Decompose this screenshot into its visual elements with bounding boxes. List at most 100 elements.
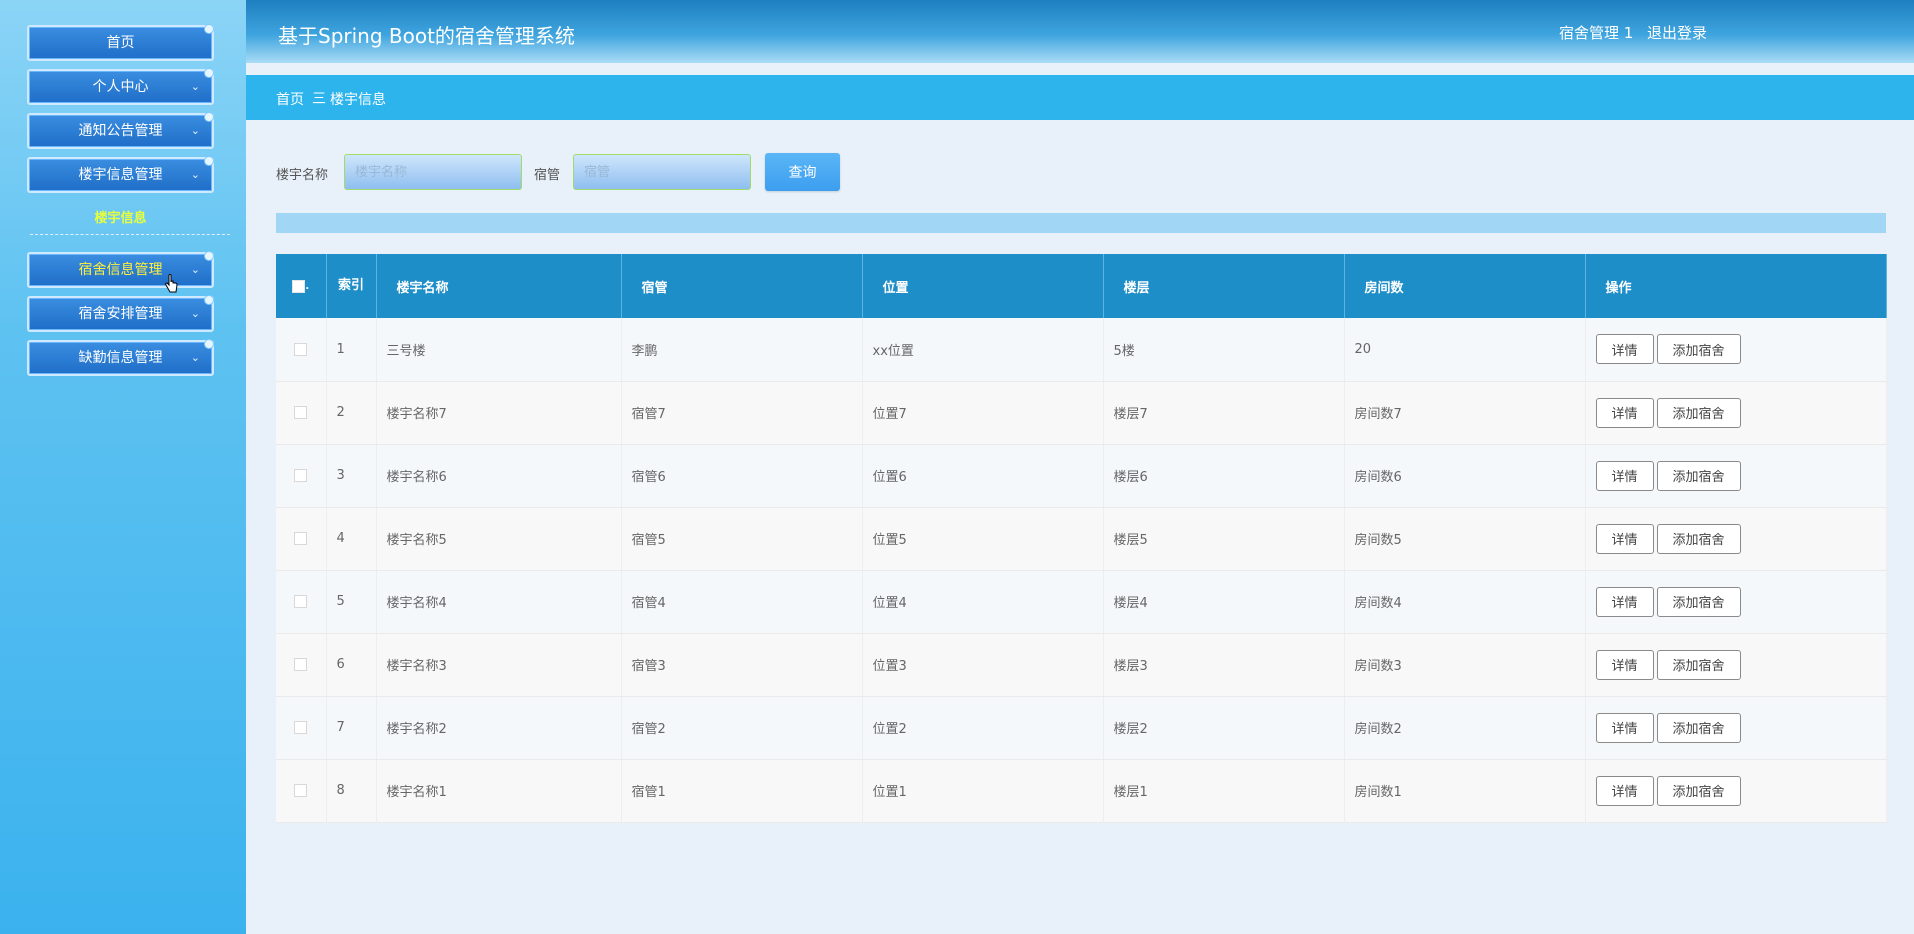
table-row: 2 楼宇名称7 宿管7 位置7 楼层7 房间数7 详情 添加宿舍 — [276, 381, 1887, 445]
row-select-cell[interactable] — [276, 759, 327, 823]
cell-index: 5 — [326, 570, 377, 634]
sidebar-item-profile[interactable]: 个人中心 ⌄ — [27, 68, 214, 105]
cell-floor: 楼层5 — [1103, 507, 1345, 571]
cell-rooms: 房间数2 — [1344, 696, 1586, 760]
cell-name: 楼宇名称2 — [376, 696, 622, 760]
column-header-rooms: 房间数 — [1344, 254, 1586, 318]
detail-button[interactable]: 详情 — [1595, 775, 1654, 806]
chevron-down-icon: ⌄ — [190, 168, 200, 181]
cell-manager: 宿管2 — [621, 696, 863, 760]
chevron-down-icon: ⌄ — [190, 263, 200, 276]
cell-name: 楼宇名称5 — [376, 507, 622, 571]
cell-name: 楼宇名称4 — [376, 570, 622, 634]
top-header: 基于Spring Boot的宿舍管理系统 宿舍管理 1 退出登录 — [246, 0, 1914, 63]
ornament-dot-icon — [204, 339, 214, 349]
table-row: 5 楼宇名称4 宿管4 位置4 楼层4 房间数4 详情 添加宿舍 — [276, 570, 1887, 634]
add-dorm-button[interactable]: 添加宿舍 — [1656, 775, 1741, 806]
cell-name: 楼宇名称7 — [376, 381, 622, 445]
sidebar-item-label: 首页 — [106, 35, 135, 51]
detail-button[interactable]: 详情 — [1595, 334, 1654, 365]
detail-button[interactable]: 详情 — [1595, 460, 1654, 491]
hand-cursor-icon — [165, 274, 178, 293]
row-checkbox[interactable] — [294, 721, 308, 734]
add-dorm-button[interactable]: 添加宿舍 — [1656, 712, 1741, 743]
select-all-checkbox[interactable] — [292, 279, 306, 293]
cell-rooms: 房间数4 — [1344, 570, 1586, 634]
logout-link[interactable]: 退出登录 — [1647, 22, 1707, 43]
sidebar-item-home[interactable]: 首页 — [27, 24, 214, 61]
cell-name: 楼宇名称1 — [376, 759, 622, 823]
cell-index: 7 — [326, 696, 377, 760]
add-dorm-button[interactable]: 添加宿舍 — [1656, 460, 1741, 491]
row-checkbox[interactable] — [294, 342, 308, 356]
column-header-index: 索引 — [326, 254, 377, 318]
ornament-dot-icon — [204, 295, 214, 305]
building-name-input[interactable] — [344, 154, 522, 190]
row-checkbox[interactable] — [294, 595, 308, 608]
manager-label: 宿管 — [534, 168, 561, 183]
sidebar-item-label: 宿舍安排管理 — [78, 306, 163, 322]
row-checkbox[interactable] — [294, 469, 308, 482]
manager-input[interactable] — [573, 154, 751, 190]
detail-button[interactable]: 详情 — [1595, 586, 1654, 617]
cell-floor: 楼层6 — [1103, 444, 1345, 508]
row-checkbox[interactable] — [294, 784, 308, 797]
table-header-row: . 索引 楼宇名称 宿管 位置 楼层 房间数 操作 — [276, 254, 1887, 318]
cell-ops: 详情 添加宿舍 — [1585, 759, 1887, 823]
cell-ops: 详情 添加宿舍 — [1585, 381, 1887, 445]
cell-ops: 详情 添加宿舍 — [1585, 696, 1887, 760]
row-select-cell[interactable] — [276, 696, 327, 760]
row-select-cell[interactable] — [276, 633, 327, 697]
table-row: 1 三号楼 李鹏 xx位置 5楼 20 详情 添加宿舍 — [276, 318, 1887, 382]
row-checkbox[interactable] — [294, 658, 308, 671]
sidebar-item-arrangement[interactable]: 宿舍安排管理 ⌄ — [27, 295, 214, 332]
cell-index: 6 — [326, 633, 377, 697]
cell-floor: 5楼 — [1103, 318, 1345, 382]
row-select-cell[interactable] — [276, 507, 327, 571]
breadcrumb-separator: 三 — [312, 91, 326, 107]
row-select-cell[interactable] — [276, 570, 327, 634]
breadcrumb: 首页 三 楼宇信息 — [246, 75, 1914, 120]
sidebar-item-dorms[interactable]: 宿舍信息管理 ⌄ — [27, 251, 214, 288]
table-row: 7 楼宇名称2 宿管2 位置2 楼层2 房间数2 详情 添加宿舍 — [276, 696, 1887, 760]
add-dorm-button[interactable]: 添加宿舍 — [1656, 397, 1741, 428]
detail-button[interactable]: 详情 — [1595, 523, 1654, 554]
table-row: 4 楼宇名称5 宿管5 位置5 楼层5 房间数5 详情 添加宿舍 — [276, 507, 1887, 571]
row-select-cell[interactable] — [276, 444, 327, 508]
current-user: 宿舍管理 1 — [1559, 24, 1634, 42]
sidebar-item-notices[interactable]: 通知公告管理 ⌄ — [27, 112, 214, 149]
chevron-down-icon: ⌄ — [190, 307, 200, 320]
sidebar-item-buildings[interactable]: 楼宇信息管理 ⌄ — [27, 156, 214, 193]
breadcrumb-current: 楼宇信息 — [330, 92, 386, 108]
building-table: . 索引 楼宇名称 宿管 位置 楼层 房间数 操作 1 三号楼 李鹏 xx位置 … — [276, 254, 1887, 823]
column-header-ops: 操作 — [1585, 254, 1887, 318]
sidebar-item-label: 宿舍信息管理 — [78, 262, 163, 278]
row-select-cell[interactable] — [276, 318, 327, 382]
cell-ops: 详情 添加宿舍 — [1585, 318, 1887, 382]
cell-rooms: 房间数5 — [1344, 507, 1586, 571]
add-dorm-button[interactable]: 添加宿舍 — [1656, 649, 1741, 680]
add-dorm-button[interactable]: 添加宿舍 — [1656, 586, 1741, 617]
detail-button[interactable]: 详情 — [1595, 649, 1654, 680]
row-checkbox[interactable] — [294, 532, 308, 545]
detail-button[interactable]: 详情 — [1595, 397, 1654, 428]
cell-manager: 李鹏 — [621, 318, 863, 382]
cell-rooms: 房间数7 — [1344, 381, 1586, 445]
chevron-down-icon: ⌄ — [190, 80, 200, 93]
sidebar-item-absence[interactable]: 缺勤信息管理 ⌄ — [27, 339, 214, 376]
query-button[interactable]: 查询 — [765, 153, 840, 191]
column-header-name: 楼宇名称 — [376, 254, 622, 318]
cell-manager: 宿管1 — [621, 759, 863, 823]
breadcrumb-home[interactable]: 首页 — [276, 89, 304, 109]
add-dorm-button[interactable]: 添加宿舍 — [1656, 523, 1741, 554]
detail-button[interactable]: 详情 — [1595, 712, 1654, 743]
cell-floor: 楼层4 — [1103, 570, 1345, 634]
submenu-item-building-info[interactable]: 楼宇信息 — [27, 207, 214, 226]
cell-rooms: 20 — [1344, 318, 1586, 382]
add-dorm-button[interactable]: 添加宿舍 — [1656, 334, 1741, 365]
row-checkbox[interactable] — [294, 406, 308, 419]
ornament-dot-icon — [204, 24, 214, 34]
row-select-cell[interactable] — [276, 381, 327, 445]
cell-index: 1 — [326, 318, 377, 382]
select-all-cell[interactable]: . — [276, 254, 327, 318]
